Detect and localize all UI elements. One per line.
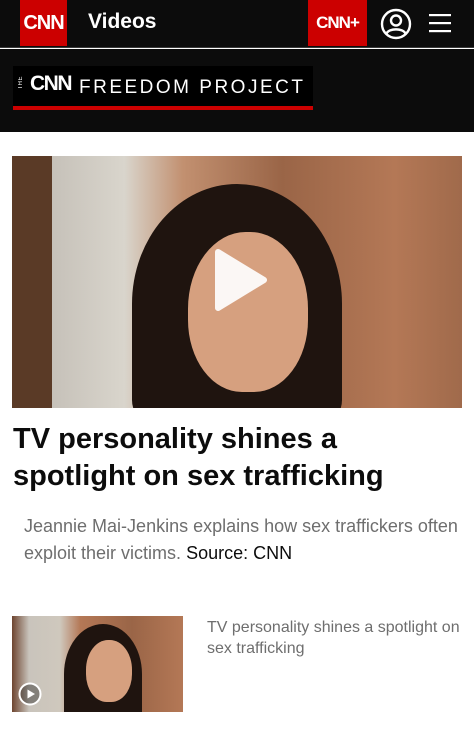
freedom-project-banner: THE CNN FREEDOM PROJECT (0, 49, 474, 132)
top-navigation: CNN Videos CNN+ (0, 0, 474, 48)
account-icon[interactable] (380, 8, 412, 40)
video-headline[interactable]: TV personality shines a spotlight on sex… (13, 421, 463, 495)
logo-the: THE (18, 76, 24, 90)
hero-video-player[interactable] (12, 156, 462, 408)
thumbnail-person-face (86, 640, 132, 702)
play-icon[interactable] (212, 248, 268, 312)
logo-cnn: CNN (30, 72, 73, 95)
video-description: Jeannie Mai-Jenkins explains how sex tra… (24, 513, 464, 567)
play-circle-icon[interactable] (18, 682, 42, 706)
cnn-plus-logo[interactable]: CNN+ (308, 0, 367, 46)
logo-title: FREEDOM PROJECT (79, 77, 306, 98)
hamburger-menu-icon[interactable] (428, 11, 452, 35)
related-video-thumbnail[interactable] (12, 616, 183, 712)
video-frame-door (12, 156, 52, 408)
section-title: Videos (88, 10, 157, 33)
related-video-title[interactable]: TV personality shines a spotlight on sex… (207, 617, 462, 659)
cnn-logo[interactable]: CNN (20, 0, 67, 46)
video-source: Source: CNN (186, 543, 293, 563)
freedom-project-logo[interactable]: THE CNN FREEDOM PROJECT (13, 66, 313, 110)
